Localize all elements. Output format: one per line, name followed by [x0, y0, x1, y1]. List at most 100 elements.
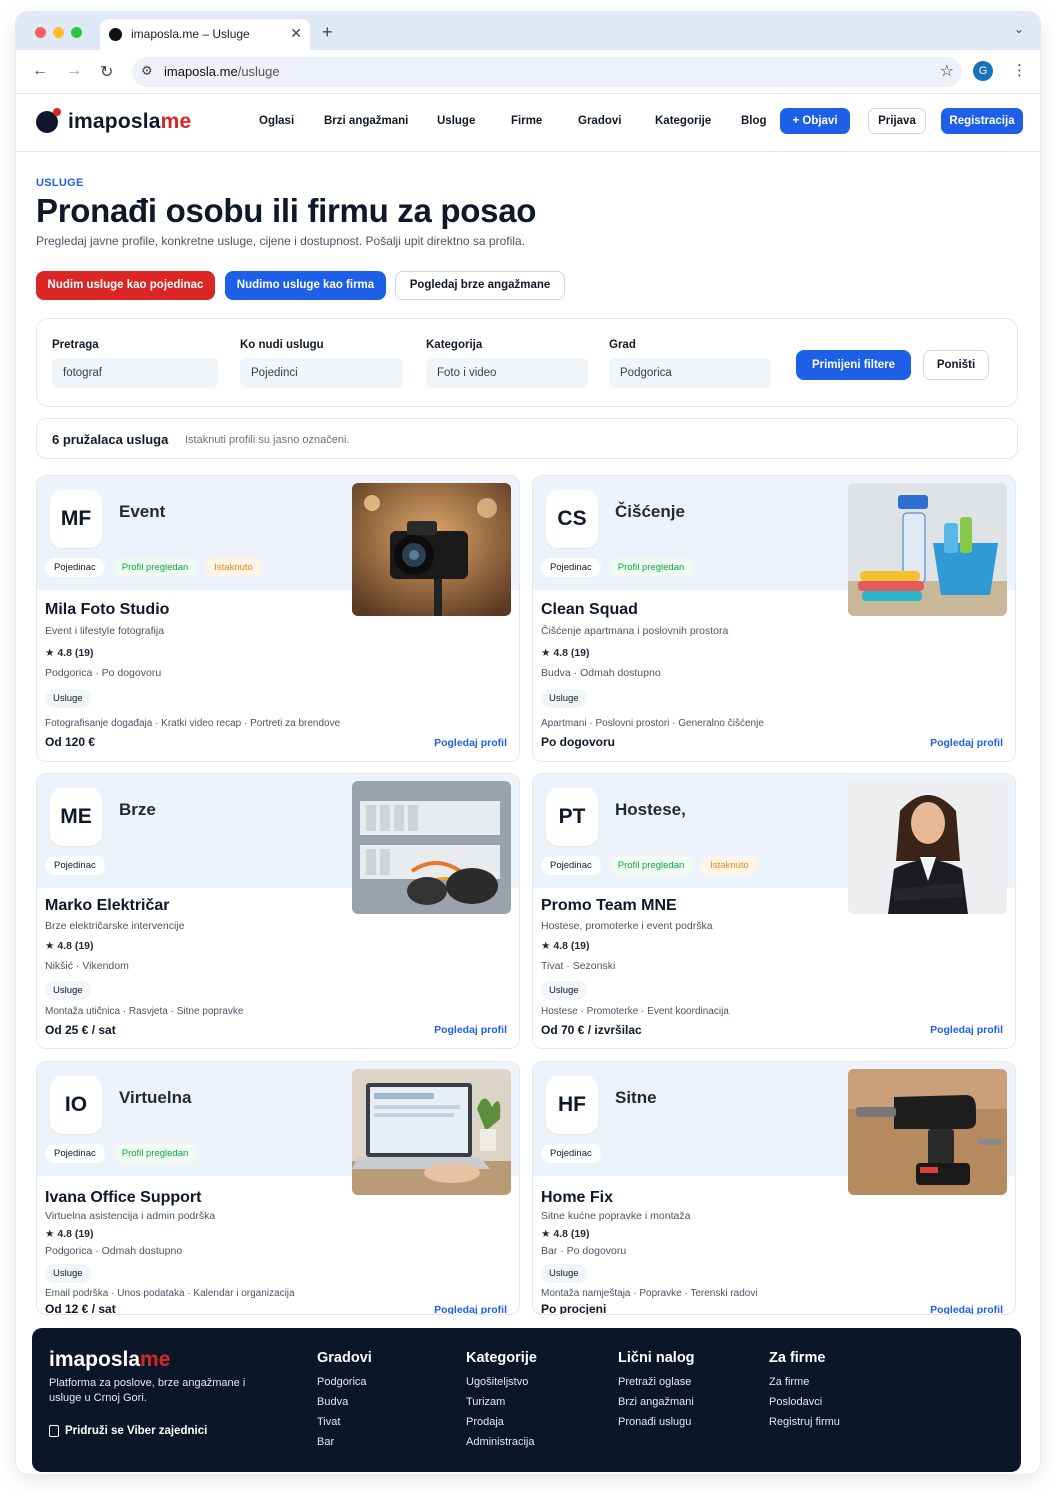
- search-label: Pretraga: [52, 339, 99, 351]
- services-list: Montaža namještaja · Popravke · Terenski…: [541, 1288, 758, 1299]
- provider-price: Od 120 €: [45, 735, 96, 749]
- register-button[interactable]: Registracija: [941, 108, 1023, 134]
- services-list: Email podrška · Unos podataka · Kalendar…: [45, 1288, 295, 1299]
- provider-description: Sitne kućne popravke i montaža: [541, 1210, 691, 1222]
- post-button[interactable]: + Objavi: [780, 108, 850, 134]
- provider-card[interactable]: MF Event Pojedinac Profil pregledan Ista…: [36, 475, 520, 762]
- footer-link[interactable]: Poslodavci: [769, 1392, 840, 1412]
- footer-link[interactable]: Budva: [317, 1392, 372, 1412]
- close-window-button[interactable]: [35, 27, 46, 38]
- nav-gradovi[interactable]: Gradovi: [578, 115, 621, 127]
- browser-menu-icon[interactable]: ⋮: [1012, 61, 1027, 79]
- provider-rating: ★ 4.8 (19): [45, 647, 94, 659]
- footer-link[interactable]: Ugošiteljstvo: [466, 1372, 537, 1392]
- city-select[interactable]: Podgorica: [609, 358, 771, 388]
- services-tag: Usluge: [541, 981, 587, 1000]
- provider-card[interactable]: IO Virtuelna Pojedinac Profil pregledan …: [36, 1061, 520, 1315]
- footer-link[interactable]: Podgorica: [317, 1372, 372, 1392]
- view-profile-link[interactable]: Pogledaj profil: [930, 737, 1003, 749]
- view-profile-link[interactable]: Pogledaj profil: [434, 1304, 507, 1314]
- badge-verified: Profil pregledan: [608, 856, 694, 875]
- address-bar[interactable]: ⚙ imaposla.me/usluge ☆: [132, 57, 962, 87]
- tab-title: imaposla.me – Usluge: [131, 27, 250, 41]
- nav-brzi-angazmani[interactable]: Brzi angažmani: [324, 115, 408, 127]
- footer-link[interactable]: Registruj firmu: [769, 1412, 840, 1432]
- page-subtitle: Pregledaj javne profile, konkretne uslug…: [36, 234, 525, 248]
- bookmark-star-icon[interactable]: ☆: [940, 61, 954, 81]
- card-category-word: Čišćenje: [615, 502, 685, 521]
- footer-link[interactable]: Tivat: [317, 1412, 372, 1432]
- services-list: Apartmani · Poslovni prostori · Generaln…: [541, 718, 764, 729]
- footer-link[interactable]: Brzi angažmani: [618, 1392, 695, 1412]
- provider-select[interactable]: Pojedinci: [240, 358, 403, 388]
- offer-as-company-button[interactable]: Nudimo usluge kao firma: [225, 271, 386, 300]
- provider-card[interactable]: CS Čišćenje Pojedinac Profil pregledan C…: [532, 475, 1016, 762]
- viber-community-link[interactable]: Pridruži se Viber zajednici: [49, 1425, 207, 1437]
- provider-card[interactable]: HF Sitne Pojedinac Home Fix Sitne kućne …: [532, 1061, 1016, 1315]
- provider-avatar: HF: [546, 1076, 598, 1134]
- site-logo[interactable]: imaposlame: [36, 108, 191, 136]
- provider-rating: ★ 4.8 (19): [45, 1228, 94, 1240]
- card-category-word: Sitne: [615, 1088, 657, 1107]
- back-arrow-icon[interactable]: ←: [32, 62, 48, 80]
- card-category-word: Event: [119, 502, 166, 521]
- login-button[interactable]: Prijava: [868, 108, 926, 134]
- forward-arrow-icon[interactable]: →: [66, 62, 82, 80]
- viber-link-label: Pridruži se Viber zajednici: [65, 1425, 208, 1437]
- provider-card[interactable]: ME Brze Pojedinac Marko Električar Brze …: [36, 773, 520, 1049]
- provider-location: Budva · Odmah dostupno: [541, 667, 661, 679]
- category-select[interactable]: Foto i video: [426, 358, 588, 388]
- footer-link[interactable]: Pretraži oglase: [618, 1372, 695, 1392]
- reload-icon[interactable]: ↻: [100, 62, 113, 82]
- maximize-window-button[interactable]: [71, 27, 82, 38]
- provider-rating: ★ 4.8 (19): [45, 940, 94, 952]
- view-profile-link[interactable]: Pogledaj profil: [930, 1024, 1003, 1036]
- offer-as-individual-button[interactable]: Nudim usluge kao pojedinac: [36, 271, 215, 300]
- card-category-word: Hostese,: [615, 800, 686, 819]
- view-profile-link[interactable]: Pogledaj profil: [930, 1304, 1003, 1314]
- footer-link[interactable]: Administracija: [466, 1432, 537, 1452]
- minimize-window-button[interactable]: [53, 27, 64, 38]
- provider-price: Od 70 € / izvršilac: [541, 1023, 642, 1037]
- badge-verified: Profil pregledan: [112, 1144, 198, 1163]
- footer-link[interactable]: Bar: [317, 1432, 372, 1452]
- view-profile-link[interactable]: Pogledaj profil: [434, 1024, 507, 1036]
- nav-firme[interactable]: Firme: [511, 115, 542, 127]
- page-title: Pronađi osobu ili firmu za posao: [36, 192, 537, 229]
- cleaning-supplies-photo-icon: [848, 483, 1007, 616]
- nav-blog[interactable]: Blog: [741, 115, 767, 127]
- hostess-photo-icon: [848, 781, 1007, 914]
- nav-usluge[interactable]: Usluge: [437, 115, 475, 127]
- profile-avatar[interactable]: G: [973, 61, 993, 81]
- provider-card[interactable]: PT Hostese, Pojedinac Profil pregledan I…: [532, 773, 1016, 1049]
- view-profile-link[interactable]: Pogledaj profil: [434, 737, 507, 749]
- search-input[interactable]: fotograf: [52, 358, 218, 388]
- badge-individual: Pojedinac: [541, 558, 601, 577]
- new-tab-icon[interactable]: +: [322, 22, 333, 43]
- footer-link[interactable]: Pronađi uslugu: [618, 1412, 695, 1432]
- provider-name: Marko Električar: [45, 897, 170, 914]
- site-settings-icon[interactable]: ⚙: [141, 63, 153, 79]
- footer-link[interactable]: Za firme: [769, 1372, 840, 1392]
- provider-name: Home Fix: [541, 1189, 614, 1206]
- provider-label: Ko nudi uslugu: [240, 339, 324, 351]
- reset-filters-button[interactable]: Poništi: [923, 350, 989, 380]
- services-tag: Usluge: [541, 1264, 587, 1283]
- logo-mark-icon: [36, 108, 61, 133]
- nav-kategorije[interactable]: Kategorije: [655, 115, 711, 127]
- nav-oglasi[interactable]: Oglasi: [259, 115, 294, 127]
- footer-logo[interactable]: imaposlame: [49, 1348, 170, 1372]
- tab-close-icon[interactable]: ✕: [290, 25, 302, 42]
- provider-name: Clean Squad: [541, 601, 638, 618]
- badge-featured: Istaknuto: [701, 856, 758, 875]
- badge-individual: Pojedinac: [45, 1144, 105, 1163]
- site-footer: imaposlame Platforma za poslove, brze an…: [32, 1328, 1021, 1472]
- services-tag: Usluge: [45, 689, 91, 708]
- view-quick-gigs-button[interactable]: Pogledaj brze angažmane: [395, 271, 565, 300]
- card-category-word: Brze: [119, 800, 156, 819]
- footer-link[interactable]: Turizam: [466, 1392, 537, 1412]
- footer-link[interactable]: Prodaja: [466, 1412, 537, 1432]
- apply-filters-button[interactable]: Primijeni filtere: [796, 350, 911, 380]
- browser-tab[interactable]: imaposla.me – Usluge ✕: [100, 19, 310, 50]
- tab-search-chevron-icon[interactable]: ⌄: [1014, 22, 1024, 36]
